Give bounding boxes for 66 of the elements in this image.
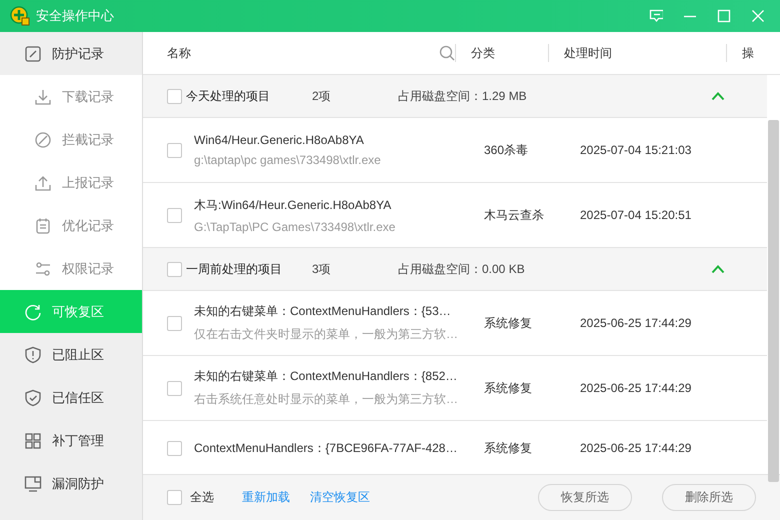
search-icon (439, 45, 455, 61)
column-header[interactable]: 分类 (471, 44, 495, 62)
app-logo-icon (10, 6, 30, 26)
maximize-icon (717, 9, 731, 23)
item-name: ContextMenuHandlers：{7BCE96FA-77AF-428… (194, 440, 458, 456)
item-detail: g:\taptap\pc games\733498\xtlr.exe (194, 153, 382, 167)
feedback-icon (649, 8, 663, 24)
sidebar-item[interactable]: 优化记录 (0, 204, 142, 247)
checkbox[interactable] (167, 380, 182, 396)
close-icon (751, 9, 765, 23)
select-all-label[interactable]: 全选 (190, 489, 214, 506)
grid-icon (24, 432, 42, 450)
restore-button[interactable]: 恢复所选 (538, 484, 632, 511)
item-name: 未知的右键菜单：ContextMenuHandlers：{53… (194, 303, 452, 320)
column-header[interactable]: 操 (742, 44, 754, 62)
item-detail: 仅在右击文件夹时显示的菜单，一般为第三方软… (194, 326, 459, 343)
edit-icon (24, 44, 42, 62)
checkbox[interactable] (167, 88, 182, 104)
monitor-icon (24, 474, 42, 492)
category-cell-text: 360杀毒 (484, 142, 530, 158)
item-name: Win64/Heur.Generic.H8oAb8YA (194, 133, 365, 147)
time-cell: 2025-06-25 17:44:29 (580, 441, 692, 455)
shield-check-icon (24, 388, 42, 406)
column-header[interactable]: 处理时间 (564, 44, 612, 62)
checkbox[interactable] (167, 142, 182, 158)
group-title: 今天处理的项目 (186, 88, 271, 104)
time-cell: 2025-06-25 17:44:29 (580, 316, 692, 330)
sidebar-item[interactable]: 拦截记录 (0, 118, 142, 161)
checkbox[interactable] (167, 208, 182, 222)
checkbox[interactable] (167, 262, 182, 276)
item-name: 木马:Win64/Heur.Generic.H8oAb8YA (194, 196, 392, 214)
upload-icon (34, 174, 52, 192)
sidebar-item[interactable]: 权限记录 (0, 247, 142, 290)
category-cell-text: 系统修复 (484, 380, 533, 396)
clipboard-icon (34, 216, 52, 234)
collapse-icon[interactable] (711, 264, 725, 274)
disk-usage: 占用磁盘空间：1.29 MB (398, 88, 528, 104)
item-detail: G:\TapTap\PC Games\733498\xtlr.exe (194, 220, 396, 234)
time-cell: 2025-07-04 15:20:51 (580, 208, 692, 222)
sliders-icon (34, 260, 52, 278)
block-icon (34, 130, 52, 148)
item-count: 3项 (312, 260, 332, 278)
item-detail: 右击系统任意处时显示的菜单，一般为第三方软… (194, 391, 459, 408)
scrollbar[interactable] (768, 120, 779, 482)
item-count: 2项 (312, 88, 332, 104)
shield-alert-icon (24, 346, 42, 364)
category-cell-text: 系统修复 (484, 314, 533, 332)
collapse-icon[interactable] (711, 91, 725, 101)
item-name: 未知的右键菜单：ContextMenuHandlers：{852… (194, 368, 458, 385)
download-icon (34, 88, 52, 106)
category-cell-text: 系统修复 (484, 440, 533, 456)
sidebar-item[interactable]: 上报记录 (0, 161, 142, 204)
sidebar-item[interactable]: 下载记录 (0, 75, 142, 118)
delete-button[interactable]: 删除所选 (662, 484, 756, 511)
category-cell-text: 木马云查杀 (484, 206, 545, 224)
column-header[interactable]: 名称 (167, 44, 191, 62)
disk-usage: 占用磁盘空间：0.00 KB (398, 260, 526, 278)
checkbox[interactable] (167, 440, 182, 456)
time-cell: 2025-06-25 17:44:29 (580, 381, 692, 395)
minimize-icon (683, 14, 697, 18)
refresh-icon (24, 302, 42, 320)
group-title: 一周前处理的项目 (186, 260, 283, 278)
checkbox[interactable] (167, 316, 182, 330)
window-title: 安全操作中心 (36, 7, 115, 25)
time-cell: 2025-07-04 15:21:03 (580, 143, 692, 157)
checkbox[interactable] (167, 490, 182, 505)
